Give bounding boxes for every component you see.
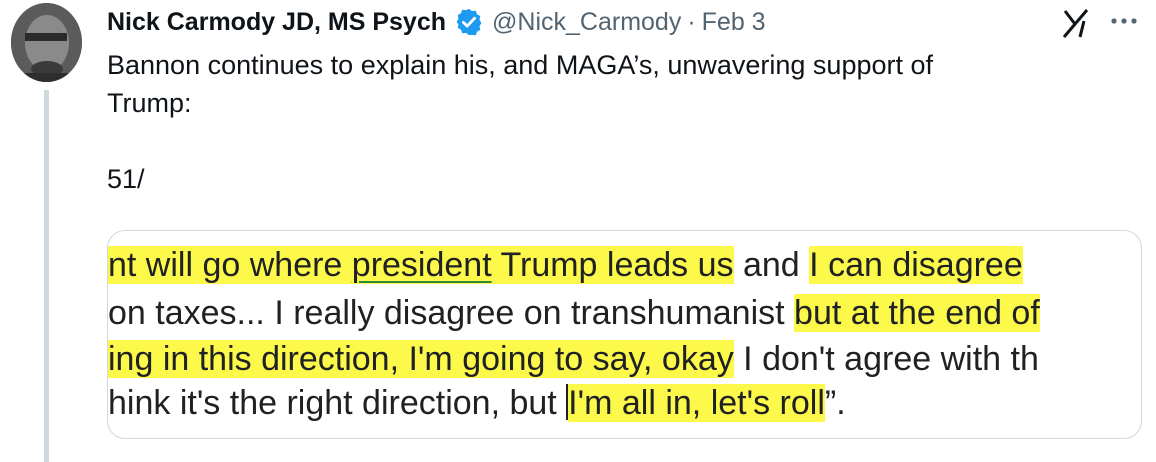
highlighted-text: ing in this direction, I'm going to say,… (108, 340, 734, 378)
tweet-header: Nick Carmody JD, MS Psych @Nick_Carmody … (107, 4, 766, 40)
author-handle[interactable]: @Nick_Carmody (492, 8, 681, 37)
tweet-media-image[interactable]: nt will go where president Trump leads u… (107, 230, 1142, 439)
media-text-line-4: hink it's the right direction, but I'm a… (108, 381, 846, 425)
plain-text: and (733, 246, 810, 284)
separator-dot: · (687, 7, 696, 36)
verified-badge-icon[interactable] (454, 7, 484, 37)
media-text-line-1: nt will go where president Trump leads u… (108, 243, 1023, 287)
highlighted-text: I can disagree (809, 246, 1023, 284)
avatar-photo (11, 3, 82, 82)
tweet-text-blank (107, 122, 1117, 160)
highlighted-underlined-text: president (351, 246, 492, 284)
media-text-line-3: ing in this direction, I'm going to say,… (108, 337, 1039, 381)
tweet-text: Bannon continues to explain his, and MAG… (107, 46, 1117, 198)
plain-text: on taxes... I really disagree on transhu… (108, 294, 795, 332)
author-name[interactable]: Nick Carmody JD, MS Psych (107, 8, 446, 37)
plain-text: hink it's the right direction, but (108, 384, 567, 422)
highlighted-text: nt will go where (108, 246, 352, 284)
tweet-text-line: Bannon continues to explain his, and MAG… (107, 50, 934, 80)
grok-icon[interactable] (1060, 7, 1092, 39)
plain-text: ”. (824, 384, 846, 422)
highlighted-text: but at the end of (794, 294, 1040, 332)
tweet-text-line: Trump: (107, 88, 192, 118)
more-options-icon[interactable] (1108, 14, 1140, 28)
highlighted-text: Trump leads us (491, 246, 734, 284)
highlighted-text: I'm all in, let's roll (568, 384, 825, 422)
thread-line (44, 90, 49, 462)
tweet-text-line: 51/ (107, 164, 145, 194)
tweet-date[interactable]: Feb 3 (702, 8, 766, 37)
media-text-line-2: on taxes... I really disagree on transhu… (108, 291, 1040, 335)
plain-text: I don't agree with th (733, 340, 1039, 378)
avatar[interactable] (11, 3, 82, 82)
